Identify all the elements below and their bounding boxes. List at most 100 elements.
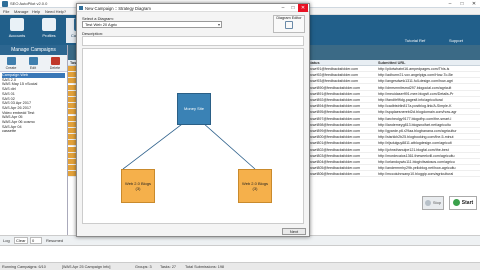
- create-label: Create: [5, 66, 17, 70]
- start-button[interactable]: Start: [449, 196, 477, 210]
- row-account: mcwrl897@feedbacksfolder.com: [308, 116, 360, 121]
- status-tasks: Tasks: 27: [160, 265, 177, 269]
- row-account: mcwrl805@feedbacksfolder.com: [308, 166, 360, 171]
- row-account: mcwrl802@feedbacksfolder.com: [308, 147, 360, 152]
- row-url: http://archeolgy9177.blogofhp.com/the-sm…: [378, 116, 452, 121]
- accounts-label: Accounts: [8, 33, 26, 38]
- stop-icon: [424, 199, 431, 206]
- row-account: mcwrl890@feedbacksfolder.com: [308, 85, 360, 90]
- diagram-select[interactable]: Test Web 20 Agric ▾: [82, 21, 222, 28]
- row-url: http://mordecaios1361.theweekvill.com/ag…: [378, 153, 455, 158]
- resumed-label: Resumed: [46, 238, 64, 243]
- status-submissions: Total Submissions: 198: [185, 265, 225, 269]
- node-web20-left[interactable]: Web 2.0 Blogs (3): [121, 169, 155, 203]
- column-submitted-url: Submitted URL: [378, 61, 406, 65]
- edit-icon: [28, 57, 38, 65]
- app-icon: [2, 1, 8, 7]
- support-tab[interactable]: Support: [434, 28, 478, 43]
- stop-button[interactable]: Stop: [422, 196, 444, 210]
- row-account: mcwrl91@feedbacksfolder.com: [308, 67, 358, 71]
- row-url: http://orlandoywiu111.blogivitsatosos.co…: [378, 160, 455, 164]
- menu-file[interactable]: File: [3, 9, 9, 14]
- status-campaign-info: [WAS Apr 25 Campaign Info]: [62, 265, 111, 269]
- start-label: Start: [461, 200, 474, 206]
- row-account: mcwrl93@feedbacksfolder.com: [308, 79, 358, 84]
- row-url: http://meuidaserfl91.mee.blogsfi.com/Det…: [378, 91, 454, 96]
- row-account: mcwrl806@feedbacksfolder.com: [308, 172, 360, 177]
- dialog-title-bar: New Campaign :: Strategy Diagram – □ ✕: [77, 4, 309, 12]
- row-url: http://spqdaesnerebl2cl.blogdomain.com/h…: [378, 110, 457, 115]
- log-panel: [0, 245, 480, 262]
- status-running: Running Campaigns: 6/10: [2, 265, 46, 269]
- row-account: mcwrl891@feedbacksfolder.com: [308, 91, 360, 96]
- dialog-maximize-button[interactable]: □: [288, 4, 298, 12]
- campaign-list-item[interactable]: cassette: [2, 129, 65, 134]
- menu-manage[interactable]: Manage: [14, 9, 28, 14]
- clear-log-button[interactable]: Clear: [14, 237, 28, 244]
- main-close-button[interactable]: ✕: [468, 0, 480, 8]
- selected-diagram-value: Test Web 20 Agric: [85, 22, 118, 27]
- profiles-button[interactable]: Profiles: [34, 18, 64, 43]
- delete-label: Delete: [49, 66, 61, 70]
- campaign-list: Campaign Web SAS 2.0 WAS May 15 vSocial SAS…: [0, 72, 67, 135]
- row-url: http://adhurnr21.vox.angelpigs.com/How-T…: [378, 73, 453, 78]
- dialog-minimize-button[interactable]: –: [278, 4, 288, 12]
- row-account: mcwrl803@feedbacksfolder.com: [308, 153, 360, 158]
- node-web20-left-count: (3): [135, 186, 141, 191]
- create-icon: [6, 57, 16, 65]
- tutorial-ref-tab[interactable]: Tutorial Ref: [398, 28, 432, 43]
- edit-label: Edit: [29, 66, 37, 70]
- delete-icon: [50, 57, 60, 65]
- description-field[interactable]: [82, 36, 304, 46]
- status-bar: Running Campaigns: 6/10 [WAS Apr 25 Camp…: [0, 262, 480, 270]
- row-url: http://gyarde.p6.r29aa.blogbanana.com/ag…: [378, 129, 457, 133]
- dialog-app-icon: [79, 6, 83, 10]
- main-window-title: SEO AutoPilot v2.0.0: [10, 1, 48, 6]
- log-count-field[interactable]: 0: [30, 237, 42, 244]
- row-url: http://dmrsmnitrsmd297.blogocial.com/agr…: [378, 85, 452, 90]
- start-icon: [452, 199, 460, 207]
- row-account: mcwrl892@feedbacksfolder.com: [308, 98, 360, 102]
- row-url: http://fanditr9fidg.pagesfi.info/agricul…: [378, 98, 443, 102]
- diagram-editor-button[interactable]: Diagram Editor: [273, 15, 305, 33]
- node-money-site-label: Money Site: [183, 106, 204, 111]
- menu-help[interactable]: Help: [32, 9, 40, 14]
- row-url: http://angesdwnk1311.full-design.com/how…: [378, 79, 453, 84]
- menu-need-help[interactable]: Need Help?: [45, 9, 66, 14]
- log-label: Log: [3, 238, 10, 243]
- accounts-button[interactable]: Accounts: [2, 18, 32, 43]
- row-url: http://mccoiuhnsanp10.bloggip.com/agricu…: [378, 172, 454, 177]
- row-account: mcwrl895@feedbacksfolder.com: [308, 110, 360, 115]
- row-url: http://andermmhy29b.yelloblog.net/how-ag…: [378, 166, 456, 171]
- diagram-canvas: Money Site Web 2.0 Blogs (3) Web 2.0 Blo…: [82, 48, 304, 224]
- row-url: http://pilotwhatnt16.ampedpages.com/This…: [378, 67, 450, 71]
- node-web20-right-count: (3): [252, 186, 258, 191]
- row-url: http://cadbtstrlin817a.postblog.link/A-S…: [378, 104, 452, 109]
- row-account: mcwrl801@feedbacksfolder.com: [308, 141, 360, 146]
- diagram-editor-icon: [285, 21, 293, 29]
- dialog-close-button[interactable]: ✕: [298, 4, 308, 12]
- main-minimize-button[interactable]: –: [444, 0, 456, 8]
- row-url: http://rijsdulguy8811.atblogdesign.com/a…: [378, 141, 452, 146]
- row-account: mcwrl899@feedbacksfolder.com: [308, 129, 360, 133]
- row-url: http://sisrkkh2b25.blogbooking.com/the-5…: [378, 135, 454, 140]
- campaign-tools: Create Edit Delete: [0, 55, 67, 72]
- campaigns-panel: Manage Campaigns Create Edit Delete Camp…: [0, 45, 68, 245]
- dialog-title: New Campaign :: Strategy Diagram: [85, 5, 151, 11]
- accounts-icon: [10, 18, 24, 31]
- row-account: mcwrl804@feedbacksfolder.com: [308, 160, 360, 164]
- delete-campaign-button[interactable]: Delete: [46, 57, 64, 70]
- node-money-site[interactable]: Money Site: [177, 93, 211, 125]
- profiles-icon: [42, 18, 56, 31]
- row-account: mcwrl92@feedbacksfolder.com: [308, 73, 358, 78]
- main-maximize-button[interactable]: □: [456, 0, 468, 8]
- node-web20-right[interactable]: Web 2.0 Blogs (3): [238, 169, 272, 203]
- create-campaign-button[interactable]: Create: [2, 57, 20, 70]
- row-account: mcwrl800@feedbacksfolder.com: [308, 135, 360, 140]
- next-button[interactable]: Next: [282, 228, 306, 235]
- status-groups: Groups: 3: [135, 265, 152, 269]
- row-url: http://johnsthanulpe121.blogfal.com/the-…: [378, 147, 449, 152]
- manage-campaigns-header: Manage Campaigns: [0, 45, 67, 55]
- edit-campaign-button[interactable]: Edit: [24, 57, 42, 70]
- row-account: mcwrl898@feedbacksfolder.com: [308, 122, 360, 127]
